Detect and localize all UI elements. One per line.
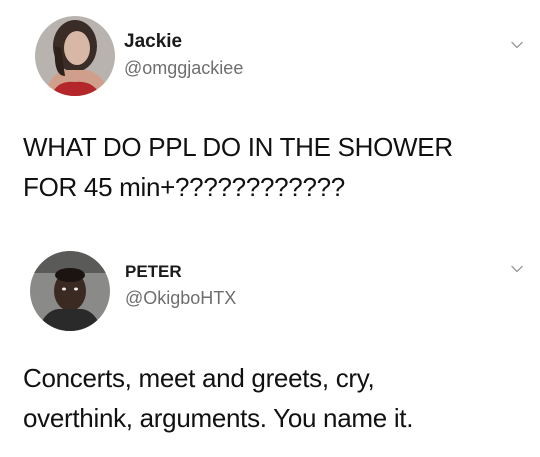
- tweet: PETER @OkigboHTX Concerts, meet and gree…: [0, 235, 540, 457]
- avatar-photo: [30, 251, 110, 331]
- tweet-text: WHAT DO PPL DO IN THE SHOWER FOR 45 min+…: [23, 127, 453, 207]
- tweet-text: Concerts, meet and greets, cry, overthin…: [23, 358, 413, 438]
- username-handle[interactable]: @omggjackiee: [124, 58, 243, 79]
- chevron-down-icon[interactable]: [510, 262, 524, 276]
- display-name[interactable]: PETER: [125, 262, 182, 282]
- tweet-text-line: Concerts, meet and greets, cry,: [23, 363, 375, 393]
- tweet-text-line: FOR 45 min+????????????: [23, 172, 345, 202]
- tweet: Jackie @omggjackiee WHAT DO PPL DO IN TH…: [0, 0, 540, 235]
- avatar-photo: [35, 16, 115, 96]
- avatar[interactable]: [35, 16, 115, 96]
- avatar[interactable]: [30, 251, 110, 331]
- display-name[interactable]: Jackie: [124, 31, 182, 53]
- username-handle[interactable]: @OkigboHTX: [125, 288, 236, 309]
- tweet-text-line: overthink, arguments. You name it.: [23, 403, 414, 433]
- chevron-down-icon[interactable]: [510, 38, 524, 52]
- tweet-text-line: WHAT DO PPL DO IN THE SHOWER: [23, 132, 453, 162]
